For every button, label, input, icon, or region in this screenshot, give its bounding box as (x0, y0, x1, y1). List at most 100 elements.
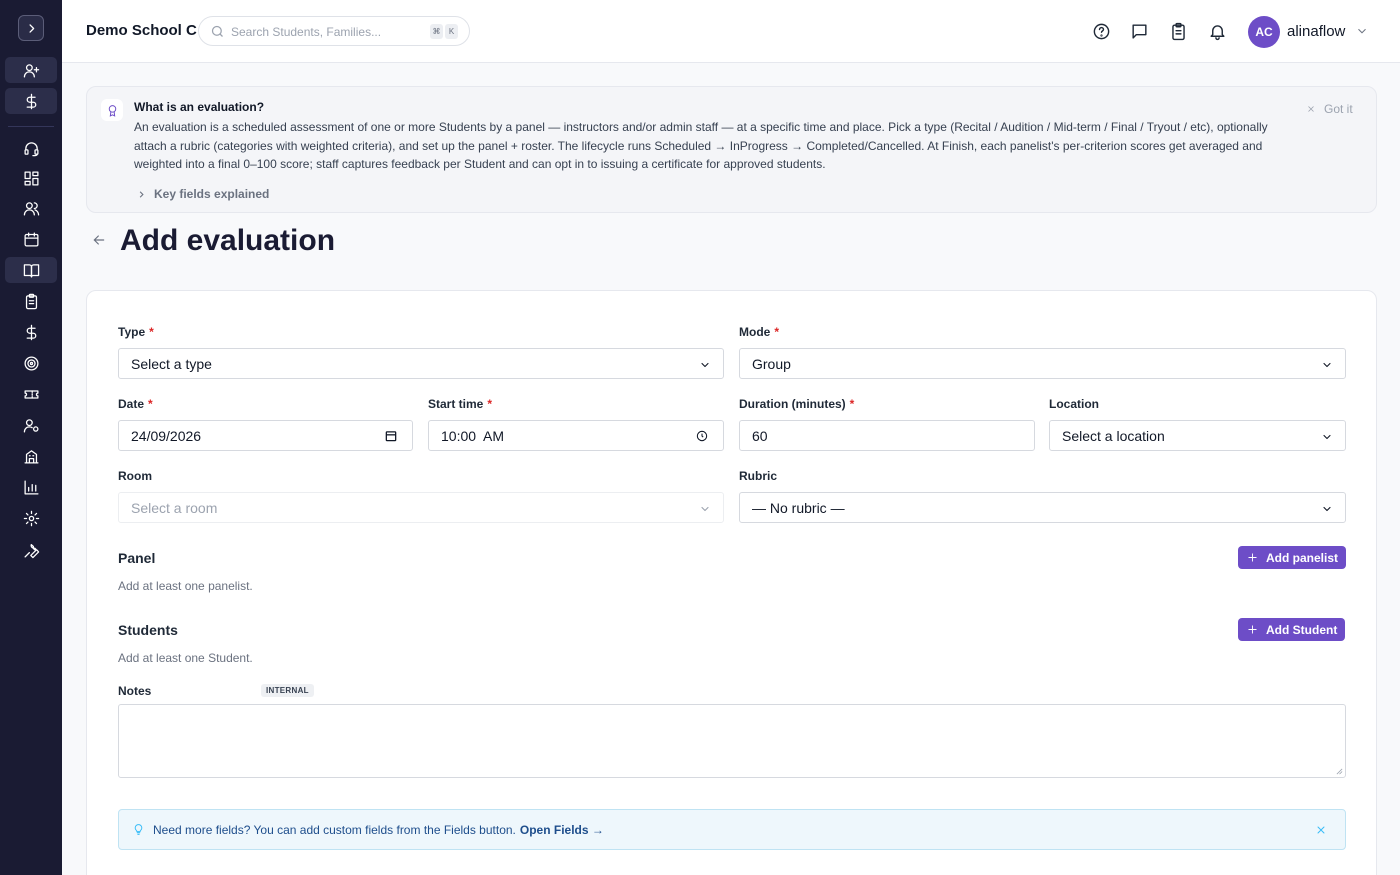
panel-section-title: Panel (118, 550, 156, 566)
date-value: 24/09/2026 (131, 427, 202, 444)
duration-input[interactable]: 60 (739, 420, 1035, 451)
search-icon (211, 25, 223, 37)
start-time-label: Start time * (428, 397, 493, 411)
sidebar-item-staff[interactable] (5, 412, 57, 438)
tip-text-wrap: Need more fields? You can add custom fie… (153, 823, 604, 837)
calendar-icon (23, 231, 39, 247)
notes-label: Notes (118, 684, 152, 698)
chevron-down-icon (1321, 430, 1333, 442)
close-icon (1317, 826, 1325, 834)
add-panelist-label: Add panelist (1266, 550, 1339, 565)
users-icon (23, 201, 39, 216)
sidebar-item-evaluations[interactable] (5, 257, 57, 283)
mode-select-value: Group (752, 355, 791, 372)
sidebar-item-reports[interactable] (5, 474, 57, 500)
dollar-icon (26, 93, 36, 109)
sidebar-toggle-button[interactable] (18, 15, 44, 41)
rubric-select-value: — No rubric — (752, 499, 845, 516)
add-student-button[interactable]: Add Student (1238, 618, 1346, 641)
kbd-key-k: K (445, 24, 458, 39)
sidebar-item-support[interactable] (5, 135, 57, 161)
dismiss-banner-label: Got it (1324, 102, 1353, 116)
sidebar-item-tickets[interactable] (5, 381, 57, 407)
chevron-down-icon (1321, 358, 1333, 370)
duration-value: 60 (752, 427, 768, 444)
rubric-select[interactable]: — No rubric — (739, 492, 1346, 523)
location-label: Location (1049, 397, 1099, 411)
chevron-down-icon (699, 358, 711, 370)
user-settings-icon (23, 418, 39, 433)
resize-handle-icon[interactable] (1336, 768, 1343, 775)
user-menu-toggle[interactable] (1355, 24, 1369, 38)
key-fields-toggle[interactable]: Key fields explained (136, 187, 269, 201)
bell-icon (1209, 24, 1225, 40)
sidebar-item-people[interactable] (5, 195, 57, 221)
global-search[interactable]: ⌘ K (198, 16, 470, 46)
notes-textarea[interactable] (118, 704, 1346, 778)
avatar[interactable]: AC (1248, 16, 1280, 48)
book-icon (23, 263, 39, 278)
type-select[interactable]: Select a type (118, 348, 724, 379)
clock-icon[interactable] (695, 429, 709, 443)
open-fields-link[interactable]: Open Fields → (520, 823, 604, 837)
add-panelist-button[interactable]: Add panelist (1238, 546, 1347, 569)
gear-icon (23, 510, 39, 526)
sidebar-item-locations[interactable] (5, 443, 57, 469)
custom-fields-tip: Need more fields? You can add custom fie… (118, 809, 1346, 850)
room-label: Room (118, 469, 152, 483)
students-hint: Add at least one Student. (118, 651, 253, 665)
chevron-down-icon (1321, 502, 1333, 514)
sidebar-item-billing[interactable] (5, 88, 57, 114)
help-button[interactable] (1090, 20, 1112, 42)
calendar-icon[interactable] (384, 429, 398, 443)
chart-icon (23, 479, 39, 495)
ticket-icon (23, 389, 39, 399)
tasks-button[interactable] (1167, 20, 1189, 42)
banner-icon (101, 99, 123, 121)
info-banner: What is an evaluation? An evaluation is … (86, 86, 1377, 213)
sidebar-item-tools[interactable] (5, 537, 57, 563)
page-title: Add evaluation (120, 224, 336, 257)
kbd-key-cmd: ⌘ (430, 24, 443, 39)
back-button[interactable] (91, 232, 111, 252)
sidebar-item-calendar[interactable] (5, 226, 57, 252)
sidebar-item-goals[interactable] (5, 350, 57, 376)
notifications-button[interactable] (1206, 20, 1228, 42)
award-icon (108, 104, 116, 117)
sidebar (0, 0, 62, 875)
sidebar-divider (8, 126, 54, 127)
building-icon (23, 449, 39, 464)
dollar-icon (26, 324, 36, 340)
target-icon (23, 355, 39, 371)
tip-text: Need more fields? You can add custom fie… (153, 823, 516, 837)
students-section-title: Students (118, 622, 178, 638)
messages-icon (1131, 23, 1147, 39)
sidebar-item-dashboard[interactable] (5, 165, 57, 191)
key-fields-label: Key fields explained (154, 187, 270, 201)
sidebar-item-payments[interactable] (5, 319, 57, 345)
internal-badge: INTERNAL (261, 684, 314, 697)
chevron-right-icon (139, 190, 144, 198)
banner-title: What is an evaluation? (134, 100, 265, 114)
mode-select[interactable]: Group (739, 348, 1346, 379)
sidebar-item-tasks[interactable] (5, 288, 57, 314)
sidebar-item-settings[interactable] (5, 505, 57, 531)
arrow-left-icon (93, 235, 105, 245)
search-input[interactable] (231, 23, 421, 41)
date-label: Date * (118, 397, 153, 411)
date-field[interactable]: 24/09/2026 (118, 420, 413, 451)
location-select-value: Select a location (1062, 427, 1165, 444)
dashboard-icon (23, 170, 39, 186)
dismiss-tip-button[interactable] (1315, 823, 1327, 835)
clipboard-icon (1171, 22, 1185, 40)
location-select[interactable]: Select a location (1049, 420, 1346, 451)
room-select[interactable]: Select a room (118, 492, 724, 523)
help-icon (1093, 23, 1109, 39)
start-time-field[interactable]: 10:00 AM (428, 420, 724, 451)
chevron-down-icon (699, 502, 711, 514)
evaluation-form: Type * Select a type Mode * Group Date * 24… (86, 290, 1377, 875)
username[interactable]: alinaflow (1287, 23, 1345, 40)
sidebar-item-add-user[interactable] (5, 57, 57, 83)
dismiss-banner-button[interactable]: Got it (1306, 102, 1353, 116)
messages-button[interactable] (1128, 20, 1150, 42)
